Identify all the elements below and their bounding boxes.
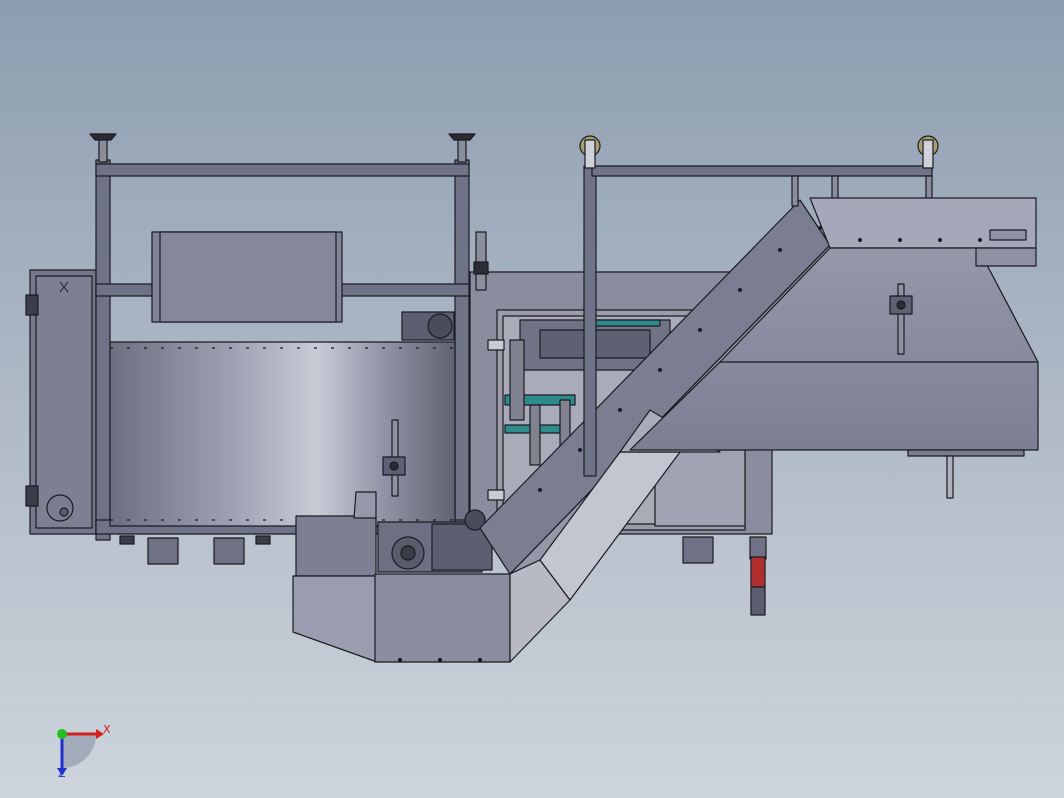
red-cylinder [750,556,766,588]
frame-leg-right [454,159,470,541]
hopper-top [295,515,377,577]
hopper-left [292,575,378,663]
frame-top-beam [95,163,470,177]
z-axis-label: Z [58,767,66,780]
axis-triad: X Z [48,718,112,782]
right-frame-leg [583,165,597,477]
cad-viewport[interactable]: X Z [0,0,1064,798]
machine-assembly-model[interactable] [0,0,1064,798]
right-frame-rail [591,165,933,177]
hopper-front [374,573,511,663]
drum-cover [109,341,456,527]
frame-leg-left [95,159,111,541]
x-axis-label: X [103,723,111,736]
